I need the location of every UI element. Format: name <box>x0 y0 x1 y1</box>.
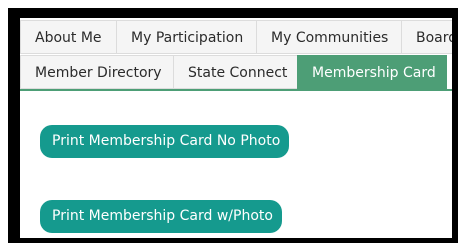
tab-about-me[interactable]: About Me <box>20 20 117 54</box>
tab-member-directory[interactable]: Member Directory <box>20 55 174 89</box>
tab-board[interactable]: Board <box>401 20 452 54</box>
print-card-no-photo-button[interactable]: Print Membership Card No Photo <box>40 125 289 158</box>
tab-underline <box>20 89 452 91</box>
tab-row-secondary: Member Directory State Connect Membershi… <box>20 55 447 89</box>
content-area: About Me My Participation My Communities… <box>20 18 452 238</box>
tab-state-connect[interactable]: State Connect <box>173 55 298 89</box>
tab-my-participation[interactable]: My Participation <box>116 20 257 54</box>
tab-row-primary: About Me My Participation My Communities… <box>20 20 452 54</box>
tab-my-communities[interactable]: My Communities <box>256 20 402 54</box>
print-card-with-photo-button[interactable]: Print Membership Card w/Photo <box>40 200 282 233</box>
tab-membership-card[interactable]: Membership Card <box>297 55 447 89</box>
window-frame: About Me My Participation My Communities… <box>8 8 458 243</box>
